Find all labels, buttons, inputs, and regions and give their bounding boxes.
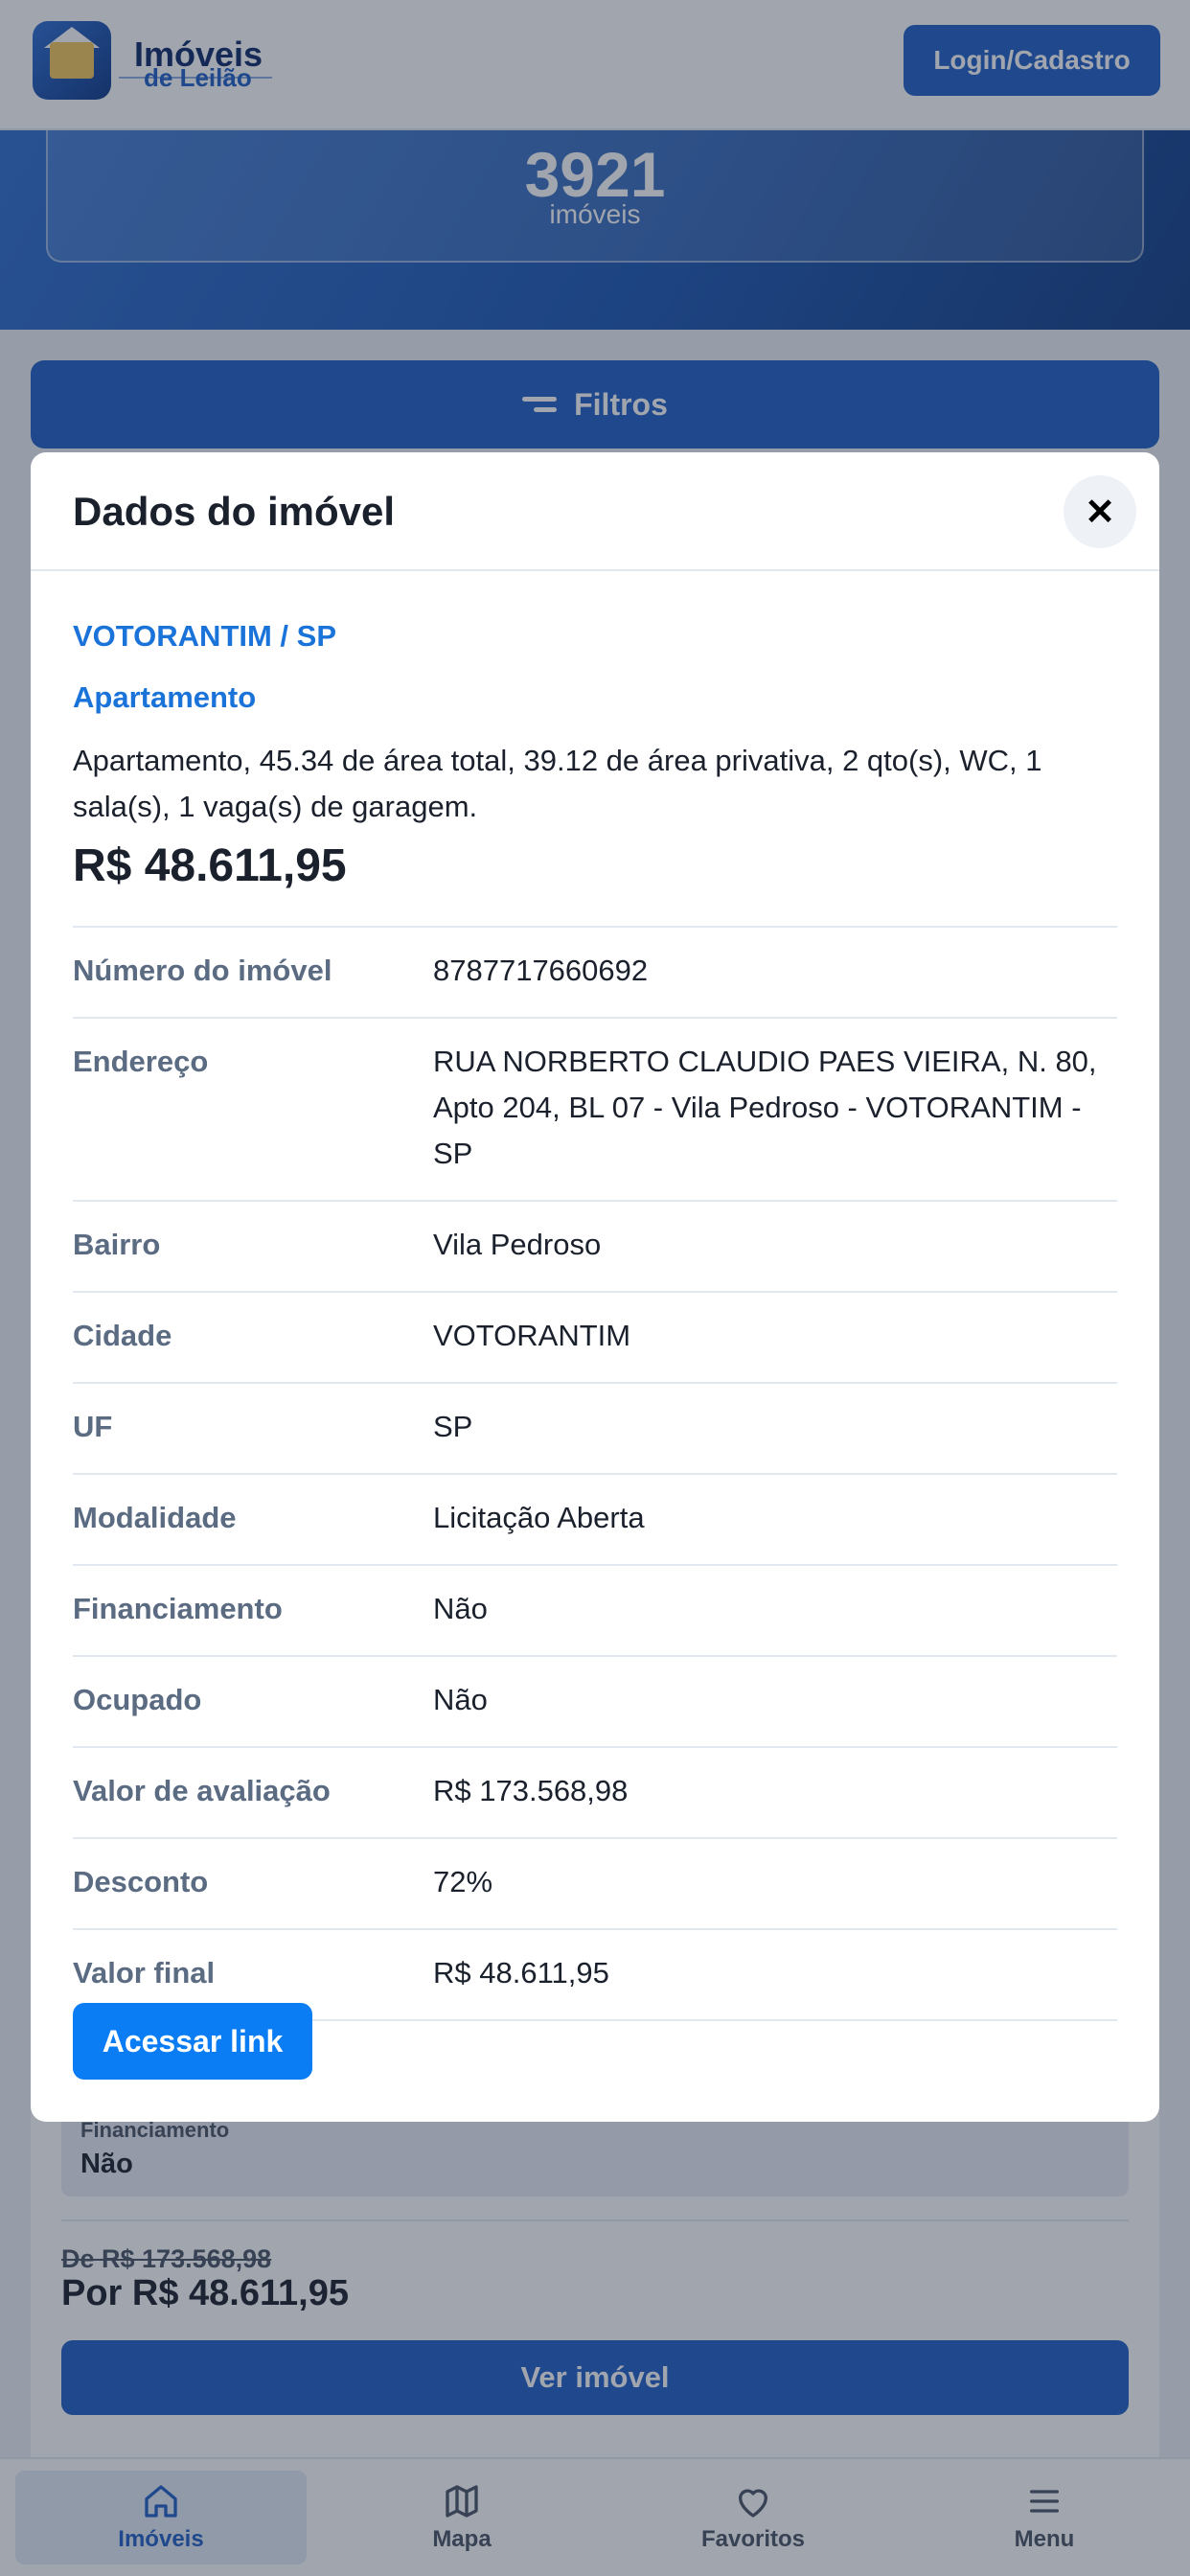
detail-value: Licitação Aberta bbox=[433, 1501, 645, 1534]
detail-label: Financiamento bbox=[73, 1592, 283, 1625]
detail-row-state: UF SP bbox=[73, 1382, 1117, 1473]
detail-row-property-number: Número do imóvel 8787717660692 bbox=[73, 926, 1117, 1017]
details-table: Número do imóvel 8787717660692 Endereço … bbox=[73, 926, 1117, 2021]
detail-row-appraisal: Valor de avaliação R$ 173.568,98 bbox=[73, 1746, 1117, 1837]
property-description: Apartamento, 45.34 de área total, 39.12 … bbox=[73, 744, 1042, 823]
detail-value: 8787717660692 bbox=[433, 954, 649, 987]
detail-row-city: Cidade VOTORANTIM bbox=[73, 1291, 1117, 1382]
detail-label: Desconto bbox=[73, 1865, 209, 1898]
property-price: R$ 48.611,95 bbox=[73, 840, 347, 891]
detail-value: Não bbox=[433, 1592, 488, 1625]
detail-label: Modalidade bbox=[73, 1501, 237, 1534]
modal-title: Dados do imóvel bbox=[73, 489, 396, 534]
detail-row-modality: Modalidade Licitação Aberta bbox=[73, 1473, 1117, 1564]
detail-value: Vila Pedroso bbox=[433, 1228, 602, 1261]
detail-label: Valor final bbox=[73, 1956, 216, 1990]
detail-row-financing: Financiamento Não bbox=[73, 1564, 1117, 1655]
detail-label: Bairro bbox=[73, 1228, 161, 1261]
detail-label: UF bbox=[73, 1410, 113, 1443]
access-link-button[interactable]: Acessar link bbox=[73, 2003, 312, 2080]
detail-value: Não bbox=[433, 1683, 488, 1716]
detail-row-address: Endereço RUA NORBERTO CLAUDIO PAES VIEIR… bbox=[73, 1017, 1117, 1200]
detail-value: SP bbox=[433, 1410, 473, 1443]
detail-label: Valor de avaliação bbox=[73, 1774, 331, 1807]
property-type: Apartamento bbox=[73, 680, 257, 714]
detail-row-occupied: Ocupado Não bbox=[73, 1655, 1117, 1746]
detail-value: 72% bbox=[433, 1865, 493, 1898]
close-button[interactable]: ✕ bbox=[1064, 475, 1136, 548]
detail-value: R$ 173.568,98 bbox=[433, 1774, 629, 1807]
detail-label: Ocupado bbox=[73, 1683, 202, 1716]
detail-label: Endereço bbox=[73, 1045, 209, 1078]
modal-header: Dados do imóvel ✕ bbox=[31, 452, 1159, 571]
detail-value: R$ 48.611,95 bbox=[433, 1956, 609, 1990]
detail-value: RUA NORBERTO CLAUDIO PAES VIEIRA, N. 80,… bbox=[433, 1045, 1097, 1170]
detail-row-discount: Desconto 72% bbox=[73, 1837, 1117, 1928]
detail-row-neighborhood: Bairro Vila Pedroso bbox=[73, 1200, 1117, 1291]
property-location: VOTORANTIM / SP bbox=[73, 619, 337, 653]
detail-label: Cidade bbox=[73, 1319, 172, 1352]
property-details-modal: Dados do imóvel ✕ VOTORANTIM / SP Aparta… bbox=[31, 452, 1159, 2122]
close-icon: ✕ bbox=[1085, 492, 1115, 533]
detail-value: VOTORANTIM bbox=[433, 1319, 631, 1352]
detail-label: Número do imóvel bbox=[73, 954, 332, 987]
